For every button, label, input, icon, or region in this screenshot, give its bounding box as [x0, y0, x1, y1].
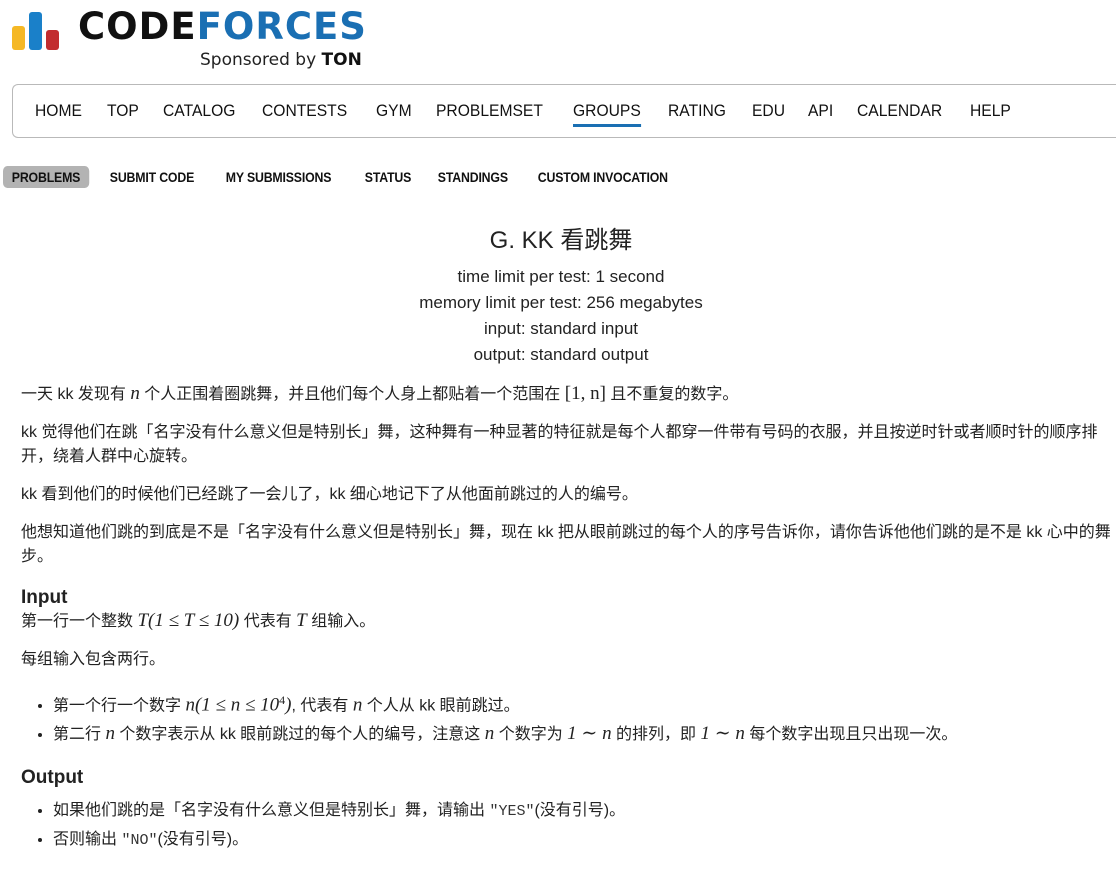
menu-home[interactable]: HOME [35, 101, 82, 121]
output-file: output: standard output [473, 345, 649, 364]
list-item: 第一个行一个数字 n(1 ≤ n ≤ 104), 代表有 n 个人从 kk 眼前… [53, 686, 1111, 720]
output-header: Output [21, 767, 84, 789]
legend-paragraph: 他想知道他们跳的到底是不是「名字没有什么意义但是特别长」舞，现在 kk 把从眼前… [21, 524, 1111, 565]
menu-edu[interactable]: EDU [752, 101, 785, 121]
problem-title: G. KK 看跳舞 [489, 227, 633, 254]
list-item: 否则输出 "NO"(没有引号)。 [53, 826, 1111, 855]
problem-statement: 一天 kk 发现有 n 个人正围着圈跳舞，并且他们每个人身上都贴着一个范围在 [… [21, 382, 1111, 863]
menu-gym[interactable]: GYM [376, 101, 412, 121]
input-file: input: standard input [483, 319, 639, 338]
tab-problems[interactable]: PROBLEMS [3, 166, 90, 188]
menu-top[interactable]: TOP [107, 101, 139, 121]
input-paragraph: 第一行一个整数 T(1 ≤ T ≤ 10) 代表有 T 组输入。 [21, 610, 376, 631]
output-list: 如果他们跳的是「名字没有什么意义但是特别长」舞，请输出 "YES"(没有引号)。… [21, 797, 1111, 855]
menu-problemset[interactable]: PROBLEMSET [436, 101, 543, 121]
menu-api[interactable]: API [808, 101, 833, 121]
menu-contests[interactable]: CONTESTS [262, 101, 347, 121]
menu-help[interactable]: HELP [970, 101, 1011, 121]
tab-my-submissions[interactable]: MY SUBMISSIONS [217, 166, 340, 188]
menu-rating[interactable]: RATING [668, 101, 726, 121]
tab-submit-code[interactable]: SUBMIT CODE [101, 166, 203, 188]
list-item: 第二行 n 个数字表示从 kk 眼前跳过的每个人的编号，注意这 n 个数字为 1… [53, 720, 1111, 749]
memory-limit: memory limit per test: 256 megabytes [419, 293, 703, 312]
problem-limits: time limit per test: 1 second memory lim… [0, 264, 1116, 368]
tab-standings[interactable]: STANDINGS [429, 166, 517, 188]
legend-paragraph: kk 觉得他们在跳「名字没有什么意义但是特别长」舞，这种舞有一种显著的特征就是每… [21, 424, 1098, 465]
logo-bars-icon [12, 10, 64, 50]
menu-calendar[interactable]: CALENDAR [857, 101, 942, 121]
menu-groups[interactable]: GROUPS [572, 101, 641, 127]
input-header: Input [21, 587, 68, 608]
contest-submenu: PROBLEMS SUBMIT CODE MY SUBMISSIONS STAT… [3, 165, 697, 189]
main-menu: HOME TOP CATALOG CONTESTS GYM PROBLEMSET… [12, 84, 1116, 138]
logo-sponsor: Sponsored by TON [200, 50, 362, 70]
input-paragraph: 每组输入包含两行。 [21, 651, 166, 668]
codeforces-logo[interactable]: CODEFORCES Sponsored by TON [12, 5, 372, 74]
logo-wordmark: CODEFORCES [78, 5, 367, 48]
menu-catalog[interactable]: CATALOG [163, 101, 235, 121]
time-limit: time limit per test: 1 second [457, 267, 665, 286]
input-list: 第一个行一个数字 n(1 ≤ n ≤ 104), 代表有 n 个人从 kk 眼前… [21, 686, 1111, 749]
legend-paragraph: 一天 kk 发现有 n 个人正围着圈跳舞，并且他们每个人身上都贴着一个范围在 [… [21, 383, 739, 404]
tab-custom-invocation[interactable]: CUSTOM INVOCATION [529, 166, 677, 188]
tab-status[interactable]: STATUS [356, 166, 420, 188]
list-item: 如果他们跳的是「名字没有什么意义但是特别长」舞，请输出 "YES"(没有引号)。 [53, 797, 1111, 826]
legend-paragraph: kk 看到他们的时候他们已经跳了一会儿了，kk 细心地记下了从他面前跳过的人的编… [21, 486, 638, 503]
